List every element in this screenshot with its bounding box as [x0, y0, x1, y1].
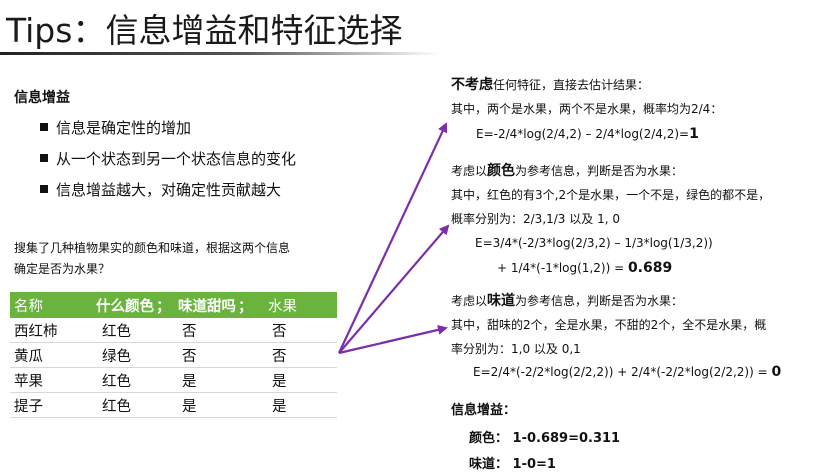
color-lead: 考虑以颜色为参考信息，判断是否为水果：: [451, 163, 684, 179]
color-prob: 概率分别为：2/3,1/3 以及 1, 0: [451, 212, 620, 226]
no-feature-lead: 不考虑任何特征，直接去估计结果：: [451, 77, 650, 93]
gain-taste-line: 味道： 1-0=1: [469, 457, 556, 472]
arrow-to-no-feature: [338, 122, 448, 354]
taste-desc: 其中，甜味的2个，全是水果，不甜的2个，全不是水果，概: [451, 318, 767, 332]
arrow-to-color: [338, 224, 450, 354]
no-feature-formula: E=-2/4*log(2/4,2) – 2/4*log(2/4,2)=1: [476, 126, 699, 142]
no-feature-desc: 其中，两个是水果，两个不是水果，概率均为2/4：: [451, 102, 723, 116]
color-formula-2: + 1/4*(-1*log(1,2)) = 0.689: [497, 260, 673, 276]
color-formula-1: E=3/4*(-2/3*log(2/3,2) – 1/3*log(1/3,2)): [475, 236, 713, 250]
gain-heading: 信息增益：: [451, 403, 517, 418]
arrow-to-taste: [338, 324, 448, 355]
taste-lead: 考虑以味道为参考信息，判断是否为水果：: [451, 293, 684, 309]
gain-color-line: 颜色： 1-0.689=0.311: [469, 431, 621, 446]
taste-prob: 率分别为：1,0 以及 0,1: [451, 342, 581, 356]
color-desc: 其中，红色的有3个,2个是水果，一个不是，绿色的都不是，: [451, 188, 771, 202]
taste-formula: E=2/4*(-2/2*log(2/2,2)) + 2/4*(-2/2*log(…: [473, 364, 782, 380]
